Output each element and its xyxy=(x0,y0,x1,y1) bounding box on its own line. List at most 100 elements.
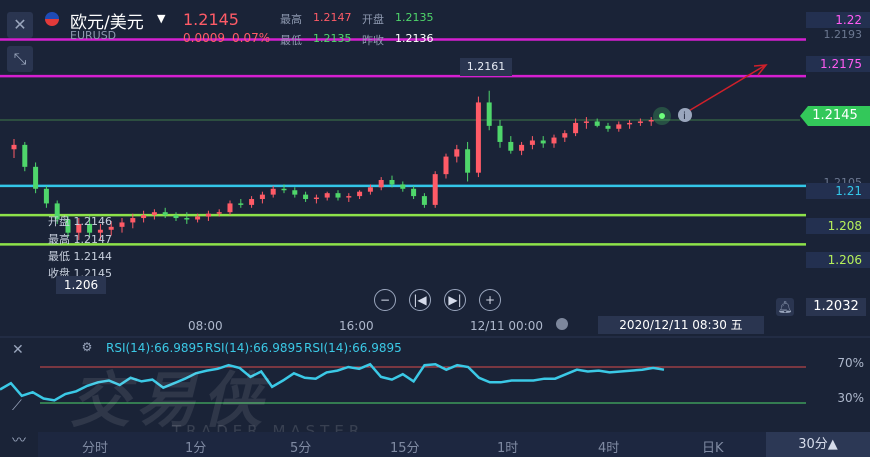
tag-level-1.208[interactable]: 1.208 xyxy=(806,218,870,234)
current-price-marker[interactable] xyxy=(659,113,665,119)
candle-body[interactable] xyxy=(11,144,17,150)
tf-1m[interactable]: 1分 xyxy=(185,437,206,456)
candle-body[interactable] xyxy=(259,194,265,200)
tf-day[interactable]: 日K xyxy=(702,437,724,456)
tf-4h[interactable]: 4时 xyxy=(598,437,619,456)
tag-level-1.22[interactable]: 1.22 xyxy=(806,12,870,28)
candle-body[interactable] xyxy=(411,188,417,197)
candle-body[interactable] xyxy=(313,197,319,200)
last-price: 1.2145 xyxy=(183,10,239,29)
candle-body[interactable] xyxy=(562,133,568,138)
indicator-chart-icon[interactable]: 〰 xyxy=(12,430,26,450)
scroll-start-button[interactable]: |◀ xyxy=(409,289,431,311)
candle-body[interactable] xyxy=(616,124,622,129)
candle-body[interactable] xyxy=(173,215,179,219)
candle-body[interactable] xyxy=(508,141,514,151)
zoom-out-button[interactable]: − xyxy=(374,289,396,311)
trend-arrow[interactable] xyxy=(686,65,765,113)
timeframe-bar xyxy=(38,432,870,457)
crosshair-dot-icon xyxy=(556,318,568,330)
candle-body[interactable] xyxy=(540,140,546,144)
tf-30m-selected[interactable]: 30分▲ xyxy=(766,432,870,457)
candle-body[interactable] xyxy=(281,188,287,191)
candle-body[interactable] xyxy=(346,196,352,198)
symbol-dropdown-icon[interactable]: ▼ xyxy=(157,12,165,25)
low-label: 最低 xyxy=(280,34,302,47)
candle-body[interactable] xyxy=(205,213,211,217)
candle-body[interactable] xyxy=(141,215,147,219)
fullscreen-exit-button[interactable]: ⤡ xyxy=(7,46,33,72)
tf-15m[interactable]: 15分 xyxy=(390,437,420,456)
zoom-in-button[interactable]: + xyxy=(479,289,501,311)
symbol-code: EURUSD xyxy=(70,29,117,42)
low-value: 1.2135 xyxy=(313,32,352,45)
candle-body[interactable] xyxy=(454,149,460,157)
candle-body[interactable] xyxy=(583,121,589,123)
candle-body[interactable] xyxy=(486,102,492,126)
candle-body[interactable] xyxy=(227,203,233,213)
candle-body[interactable] xyxy=(573,122,579,134)
tag-level-1.2175[interactable]: 1.2175 xyxy=(806,56,870,72)
candle-body[interactable] xyxy=(605,125,611,129)
candle-body[interactable] xyxy=(151,212,157,216)
candle-body[interactable] xyxy=(238,203,244,205)
price-change: 0.0009 xyxy=(183,31,225,45)
candle-body[interactable] xyxy=(400,184,406,189)
current-price-tag: 1.2145 xyxy=(800,106,870,126)
alert-price-label: 1.2032 xyxy=(806,298,866,316)
candle-body[interactable] xyxy=(529,140,535,145)
peak-price-label: 1.2161 xyxy=(460,58,512,76)
ohlc-high-label: 最高 xyxy=(48,233,70,246)
candle-body[interactable] xyxy=(551,137,557,144)
candle-body[interactable] xyxy=(443,156,449,175)
candle-body[interactable] xyxy=(335,193,341,198)
candle-body[interactable] xyxy=(648,120,654,122)
bell-icon[interactable]: 🔔︎ xyxy=(776,298,794,316)
tag-level-1.206[interactable]: 1.206 xyxy=(806,252,870,268)
candle-body[interactable] xyxy=(389,180,395,185)
close-indicator-icon[interactable]: ✕ xyxy=(12,342,24,358)
ohlc-open-label: 开盘 xyxy=(48,215,70,228)
candle-body[interactable] xyxy=(378,180,384,188)
ohlc-high: 1.2147 xyxy=(73,233,113,246)
candle-body[interactable] xyxy=(475,102,481,173)
candle-body[interactable] xyxy=(270,188,276,195)
tf-tick[interactable]: 分时 xyxy=(82,437,108,456)
candle-body[interactable] xyxy=(432,174,438,205)
candle-body[interactable] xyxy=(184,218,190,220)
trend-arrow-head xyxy=(753,64,768,76)
close-chart-button[interactable]: ✕ xyxy=(7,12,33,38)
candle-body[interactable] xyxy=(33,166,39,189)
candle-body[interactable] xyxy=(43,188,49,204)
candle-body[interactable] xyxy=(594,121,600,126)
candle-body[interactable] xyxy=(367,187,373,192)
candle-body[interactable] xyxy=(421,196,427,205)
tag-level-1.21[interactable]: 1.21 xyxy=(806,183,870,199)
candle-body[interactable] xyxy=(119,222,125,227)
scroll-end-button[interactable]: ▶| xyxy=(444,289,466,311)
candle-body[interactable] xyxy=(357,191,363,197)
candle-body[interactable] xyxy=(216,212,222,214)
ohlc-open: 1.2146 xyxy=(73,215,113,228)
candle-body[interactable] xyxy=(195,216,201,220)
candle-body[interactable] xyxy=(627,122,633,125)
draw-tool-icon[interactable]: ⟋ xyxy=(12,398,22,414)
candle-body[interactable] xyxy=(303,194,309,200)
ohlc-low: 1.2144 xyxy=(73,250,113,263)
candle-body[interactable] xyxy=(637,121,643,123)
candle-body[interactable] xyxy=(292,190,298,195)
candle-body[interactable] xyxy=(497,125,503,142)
candle-body[interactable] xyxy=(519,144,525,151)
tf-5m[interactable]: 5分 xyxy=(290,437,311,456)
candle-body[interactable] xyxy=(324,193,330,198)
hover-price-label: 1.206 xyxy=(56,276,106,294)
candle-body[interactable] xyxy=(465,149,471,173)
time-tick-1: 08:00 xyxy=(188,319,223,333)
candle-body[interactable] xyxy=(22,144,28,167)
candle-body[interactable] xyxy=(249,199,255,205)
candle-body[interactable] xyxy=(162,212,168,216)
time-tick-2: 16:00 xyxy=(339,319,374,333)
rsi-level-70: 70% xyxy=(837,356,864,370)
tf-1h[interactable]: 1时 xyxy=(497,437,518,456)
candle-body[interactable] xyxy=(130,218,136,223)
